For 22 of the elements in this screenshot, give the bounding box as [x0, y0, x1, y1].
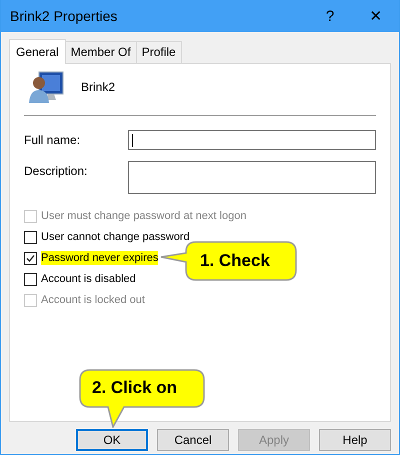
- callout-text: 1. Check: [200, 251, 270, 271]
- checkbox[interactable]: [24, 272, 37, 286]
- user-name: Brink2: [81, 80, 116, 94]
- callout-text: 2. Click on: [92, 378, 178, 398]
- input-field[interactable]: [128, 161, 376, 194]
- checkbox-label[interactable]: Account is disabled: [41, 273, 136, 285]
- input-field[interactable]: [128, 130, 376, 150]
- field-label: Description:: [24, 163, 88, 180]
- dialog-button[interactable]: OK: [76, 429, 148, 451]
- tab[interactable]: General: [9, 39, 66, 64]
- window-title: Brink2 Properties: [10, 8, 118, 24]
- user-monitor-icon: [29, 70, 65, 104]
- checkbox-label[interactable]: Password never expires: [41, 251, 158, 265]
- close-button[interactable]: ✕: [353, 0, 399, 32]
- tab[interactable]: Profile: [136, 41, 182, 63]
- dialog-button[interactable]: Help: [319, 429, 391, 451]
- dialog-button[interactable]: Cancel: [157, 429, 229, 451]
- checkbox[interactable]: [24, 230, 37, 244]
- help-button[interactable]: ?: [307, 0, 353, 32]
- field-label: Full name:: [24, 132, 82, 149]
- checkbox-label[interactable]: User cannot change password: [41, 231, 190, 243]
- checkbox[interactable]: [24, 252, 37, 264]
